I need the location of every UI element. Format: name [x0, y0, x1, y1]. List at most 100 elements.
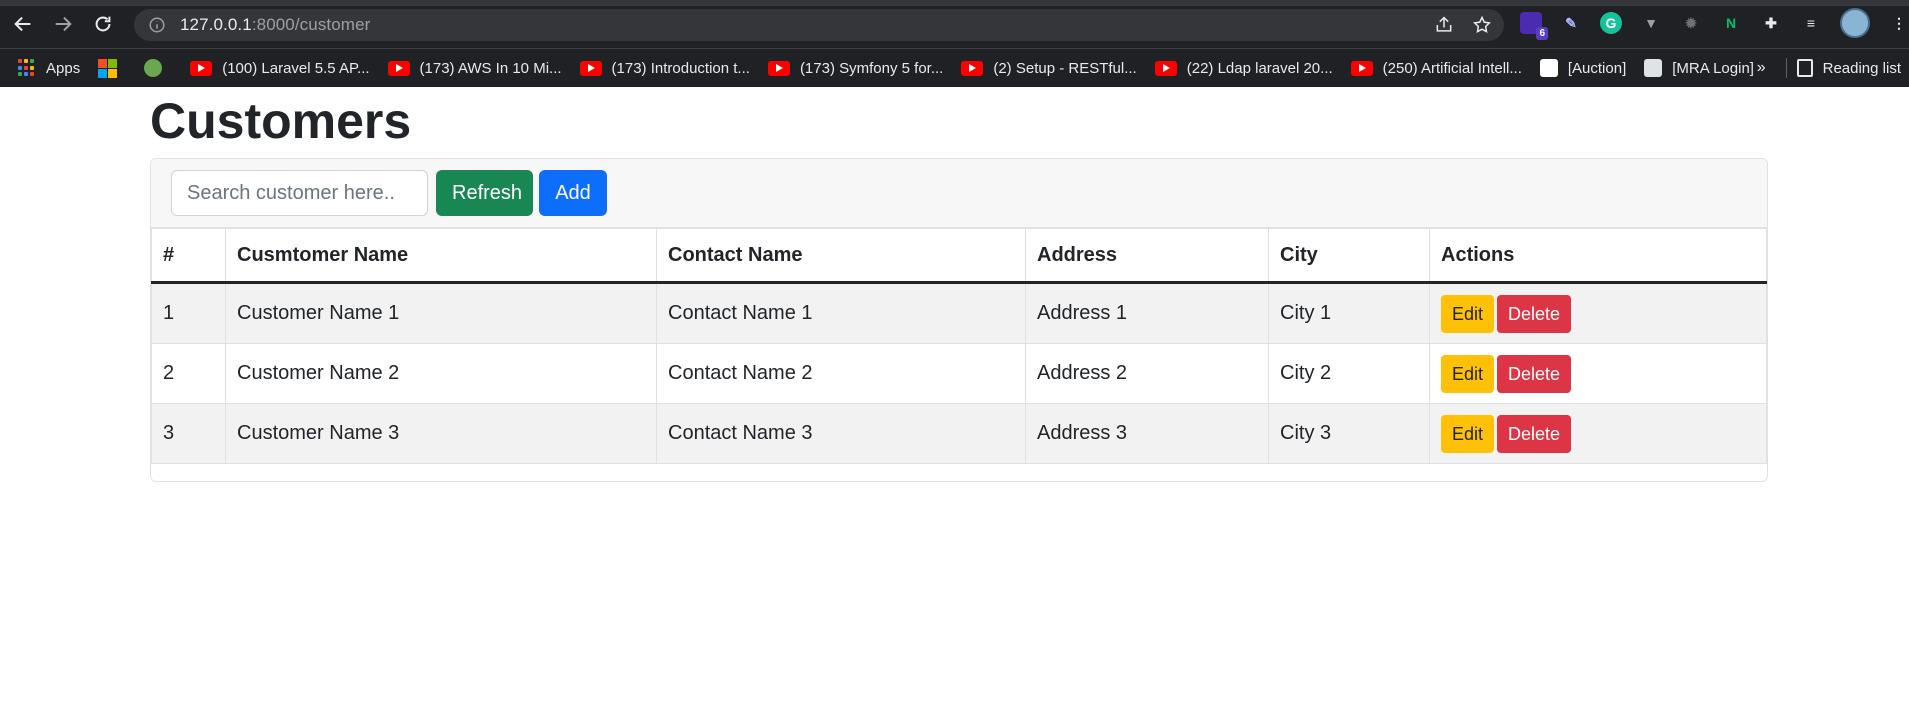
share-icon[interactable] [1434, 15, 1454, 35]
cell-actions: Edit Delete [1429, 282, 1767, 344]
page-title: Customers [150, 93, 412, 149]
youtube-icon [1350, 60, 1373, 76]
cell-city: City 1 [1268, 282, 1430, 344]
bookmark-label: (22) Ldap laravel 20... [1186, 59, 1333, 77]
bookmark-label: [MRA Login] [1672, 59, 1754, 77]
cell-city: City 3 [1268, 403, 1430, 464]
url-text[interactable]: 127.0.0.1:8000/customer [180, 15, 370, 35]
mra-icon [1644, 59, 1663, 77]
table-row: 3 Customer Name 3 Contact Name 3 Address… [151, 403, 1767, 464]
menu-dots-icon[interactable]: ⋮ [1888, 12, 1909, 34]
reload-icon[interactable] [86, 7, 120, 41]
delete-button[interactable]: Delete [1497, 294, 1572, 333]
tab-strip [0, 0, 1909, 6]
bookmark-label: (250) Artificial Intell... [1382, 59, 1522, 77]
cell-actions: Edit Delete [1429, 403, 1767, 464]
customers-table: # Cusmtomer Name Contact Name Address Ci… [151, 228, 1767, 464]
more-bookmarks-button[interactable]: » [1757, 59, 1766, 77]
profile-avatar[interactable] [1840, 8, 1870, 38]
bookmark-item[interactable]: (22) Ldap laravel 20... [1154, 59, 1333, 77]
back-icon[interactable] [6, 7, 40, 41]
youtube-icon [1154, 60, 1177, 76]
grammarly-icon[interactable]: G [1600, 12, 1622, 34]
browser-toolbar: 127.0.0.1:8000/customer 6 ✎ G ▼ ✹ N ✚ ≡ … [0, 0, 1909, 48]
youtube-icon [190, 60, 213, 76]
search-input[interactable] [171, 170, 428, 216]
cell-id: 3 [151, 403, 226, 464]
pen-extension-icon[interactable]: ✎ [1560, 12, 1582, 34]
cell-address: Address 1 [1025, 282, 1269, 344]
bookmark-item[interactable]: (173) Symfony 5 for... [767, 60, 943, 77]
bookmark-label: (2) Setup - RESTful... [993, 59, 1137, 77]
cell-id: 1 [151, 282, 226, 344]
table-row: 1 Customer Name 1 Contact Name 1 Address… [151, 282, 1767, 344]
forward-icon[interactable] [46, 7, 80, 41]
add-button[interactable]: Add [539, 170, 607, 216]
column-header-number: # [151, 228, 226, 284]
youtube-icon [579, 60, 602, 76]
cell-address: Address 2 [1025, 343, 1269, 404]
bookmark-label: (173) AWS In 10 Mi... [419, 59, 562, 77]
reading-list-button[interactable]: Reading list [1796, 59, 1901, 77]
cell-contact-name: Contact Name 2 [656, 343, 1026, 404]
divider [1785, 58, 1787, 78]
column-header-customer-name: Cusmtomer Name [225, 228, 657, 284]
vue-devtools-icon[interactable]: ▼ [1640, 12, 1662, 34]
cell-contact-name: Contact Name 1 [656, 282, 1026, 344]
column-header-city: City [1268, 228, 1430, 284]
customers-card: Refresh Add # Cusmtomer Name Contact Nam… [150, 158, 1768, 482]
card-header: Refresh Add [151, 159, 1767, 228]
delete-button[interactable]: Delete [1497, 414, 1572, 453]
bookmark-item[interactable]: (173) AWS In 10 Mi... [387, 59, 562, 77]
bookmark-item[interactable]: (100) Laravel 5.5 AP... [190, 59, 370, 77]
bookmark-label: (173) Introduction t... [611, 59, 750, 77]
edit-button[interactable]: Edit [1441, 354, 1495, 393]
puzzle-extensions-icon[interactable]: ✚ [1760, 12, 1782, 34]
cell-id: 2 [151, 343, 226, 404]
bookmark-item[interactable]: (2) Setup - RESTful... [961, 59, 1137, 77]
bookmark-auction[interactable]: [Auction] [1539, 59, 1627, 77]
youtube-icon [961, 60, 984, 76]
youtube-icon [387, 60, 410, 76]
media-queue-icon[interactable]: ≡ [1800, 12, 1822, 34]
table-row: 2 Customer Name 2 Contact Name 2 Address… [151, 343, 1767, 404]
bookmark-mra-login[interactable]: [MRA Login] [1644, 59, 1754, 77]
address-bar[interactable]: 127.0.0.1:8000/customer [134, 9, 1504, 41]
delete-button[interactable]: Delete [1497, 354, 1572, 393]
bookmarks-bar: Apps (100) Laravel 5.5 AP... (173) AWS I… [0, 48, 1909, 87]
cell-address: Address 3 [1025, 403, 1269, 464]
refresh-button[interactable]: Refresh [436, 170, 533, 216]
reading-list-icon [1796, 59, 1813, 77]
apps-grid-icon [18, 59, 36, 77]
edit-button[interactable]: Edit [1441, 294, 1495, 333]
n-extension-icon[interactable]: N [1720, 12, 1742, 34]
microsoft-icon [98, 59, 118, 78]
bookmark-item[interactable]: (173) Introduction t... [579, 59, 750, 77]
cell-customer-name: Customer Name 1 [225, 282, 657, 344]
youtube-icon [767, 60, 790, 76]
column-header-contact-name: Contact Name [656, 228, 1026, 284]
reading-list-label: Reading list [1822, 59, 1901, 77]
auction-icon [1539, 59, 1558, 77]
column-header-address: Address [1025, 228, 1269, 284]
bookmark-label: [Auction] [1567, 59, 1627, 77]
cell-customer-name: Customer Name 2 [225, 343, 657, 404]
cell-city: City 2 [1268, 343, 1430, 404]
edit-button[interactable]: Edit [1441, 414, 1495, 453]
bookmark-microsoft[interactable] [98, 59, 126, 78]
cell-customer-name: Customer Name 3 [225, 403, 657, 464]
gear-extension-icon[interactable]: ✹ [1680, 12, 1702, 34]
bookmark-star-icon[interactable] [1472, 15, 1492, 35]
url-host: 127.0.0.1 [180, 15, 252, 34]
site-info-icon[interactable] [148, 16, 166, 34]
bookmark-apps[interactable]: Apps [18, 59, 80, 77]
table-header-row: # Cusmtomer Name Contact Name Address Ci… [151, 228, 1767, 284]
bookmark-label: Apps [46, 59, 81, 77]
extension-purple-icon[interactable]: 6 [1520, 12, 1548, 40]
bookmark-item[interactable]: (250) Artificial Intell... [1350, 59, 1522, 77]
plant-icon [144, 59, 163, 77]
column-header-actions: Actions [1429, 228, 1767, 284]
extension-badge: 6 [1536, 27, 1548, 40]
bookmark-label: (100) Laravel 5.5 AP... [222, 59, 370, 77]
bookmark-plant[interactable] [144, 59, 172, 77]
